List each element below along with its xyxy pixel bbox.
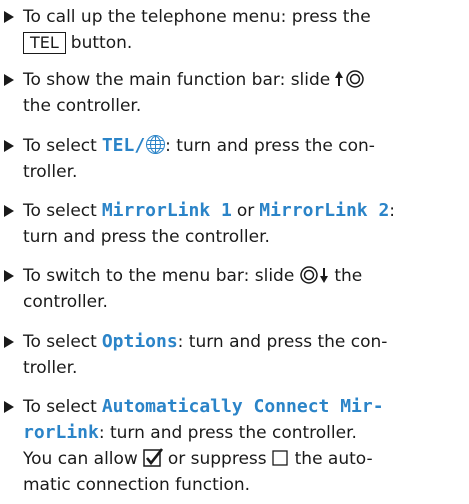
step-text: To switch to the menu bar: slide	[23, 266, 295, 286]
slide-up-controller-icon	[335, 70, 365, 88]
step-text: To select	[23, 332, 97, 352]
bullet-arrow-icon	[4, 394, 18, 420]
step-text: troller.	[23, 358, 78, 378]
step-text: To show the main function bar: slide	[23, 70, 331, 90]
bullet-arrow-icon	[4, 4, 18, 30]
step-text: To select	[23, 201, 97, 221]
note-text: or suppress	[167, 449, 267, 469]
step-text: To call up the telephone menu: press the	[23, 7, 371, 27]
checked-box-icon	[143, 448, 163, 467]
step-text: the	[334, 266, 363, 286]
step-text: : turn and press the controller.	[98, 423, 357, 443]
automatically-connect-menu-item: Automatically Connect Mir-	[101, 396, 384, 417]
bullet-arrow-icon	[4, 67, 18, 93]
bullet-arrow-icon	[4, 329, 18, 355]
unchecked-box-icon	[271, 450, 288, 466]
step-text: button.	[70, 33, 133, 53]
step-text: or	[236, 201, 255, 221]
step-switch-to-menu-bar: To switch to the menu bar: slide the con…	[4, 263, 466, 315]
slide-down-controller-icon	[300, 266, 329, 284]
automatically-connect-menu-item-cont: rorLink	[23, 422, 99, 443]
bullet-arrow-icon	[4, 263, 18, 289]
tel-menu-item: TEL/	[101, 135, 146, 156]
step-text: troller.	[23, 162, 78, 182]
step-select-options: To select Options: turn and press the con…	[4, 329, 466, 381]
instruction-page: To call up the telephone menu: press the…	[0, 0, 469, 504]
mirrorlink-1-menu-item: MirrorLink 1	[101, 200, 232, 221]
step-text: turn and press the controller.	[23, 227, 270, 247]
tel-key-label: TEL	[23, 32, 66, 54]
step-call-telephone-menu: To call up the telephone menu: press the…	[4, 4, 466, 56]
step-select-automatically-connect: To select Automatically Connect Mir- rorL…	[4, 394, 466, 498]
step-select-tel-menu: To select TEL/ : turn and press the con- t…	[4, 133, 466, 185]
mirrorlink-2-menu-item: MirrorLink 2	[259, 200, 390, 221]
step-text: the controller.	[23, 96, 142, 116]
step-text: : turn and press the con-	[177, 332, 388, 352]
note-text: You can allow	[23, 449, 138, 469]
step-text: : turn and press the con-	[165, 136, 375, 156]
note-text: the auto-	[294, 449, 373, 469]
step-text: :	[389, 201, 396, 221]
bullet-arrow-icon	[4, 133, 18, 159]
step-text: To select	[23, 136, 97, 156]
options-menu-item: Options	[101, 331, 178, 352]
globe-icon	[146, 135, 166, 154]
bullet-arrow-icon	[4, 198, 18, 224]
step-text: controller.	[23, 292, 108, 312]
step-show-main-function-bar: To show the main function bar: slide the…	[4, 67, 466, 119]
step-text: To select	[23, 397, 97, 417]
step-select-mirrorlink: To select MirrorLink 1 or MirrorLink 2: tur…	[4, 198, 466, 250]
note-text: matic connection function.	[23, 475, 251, 495]
